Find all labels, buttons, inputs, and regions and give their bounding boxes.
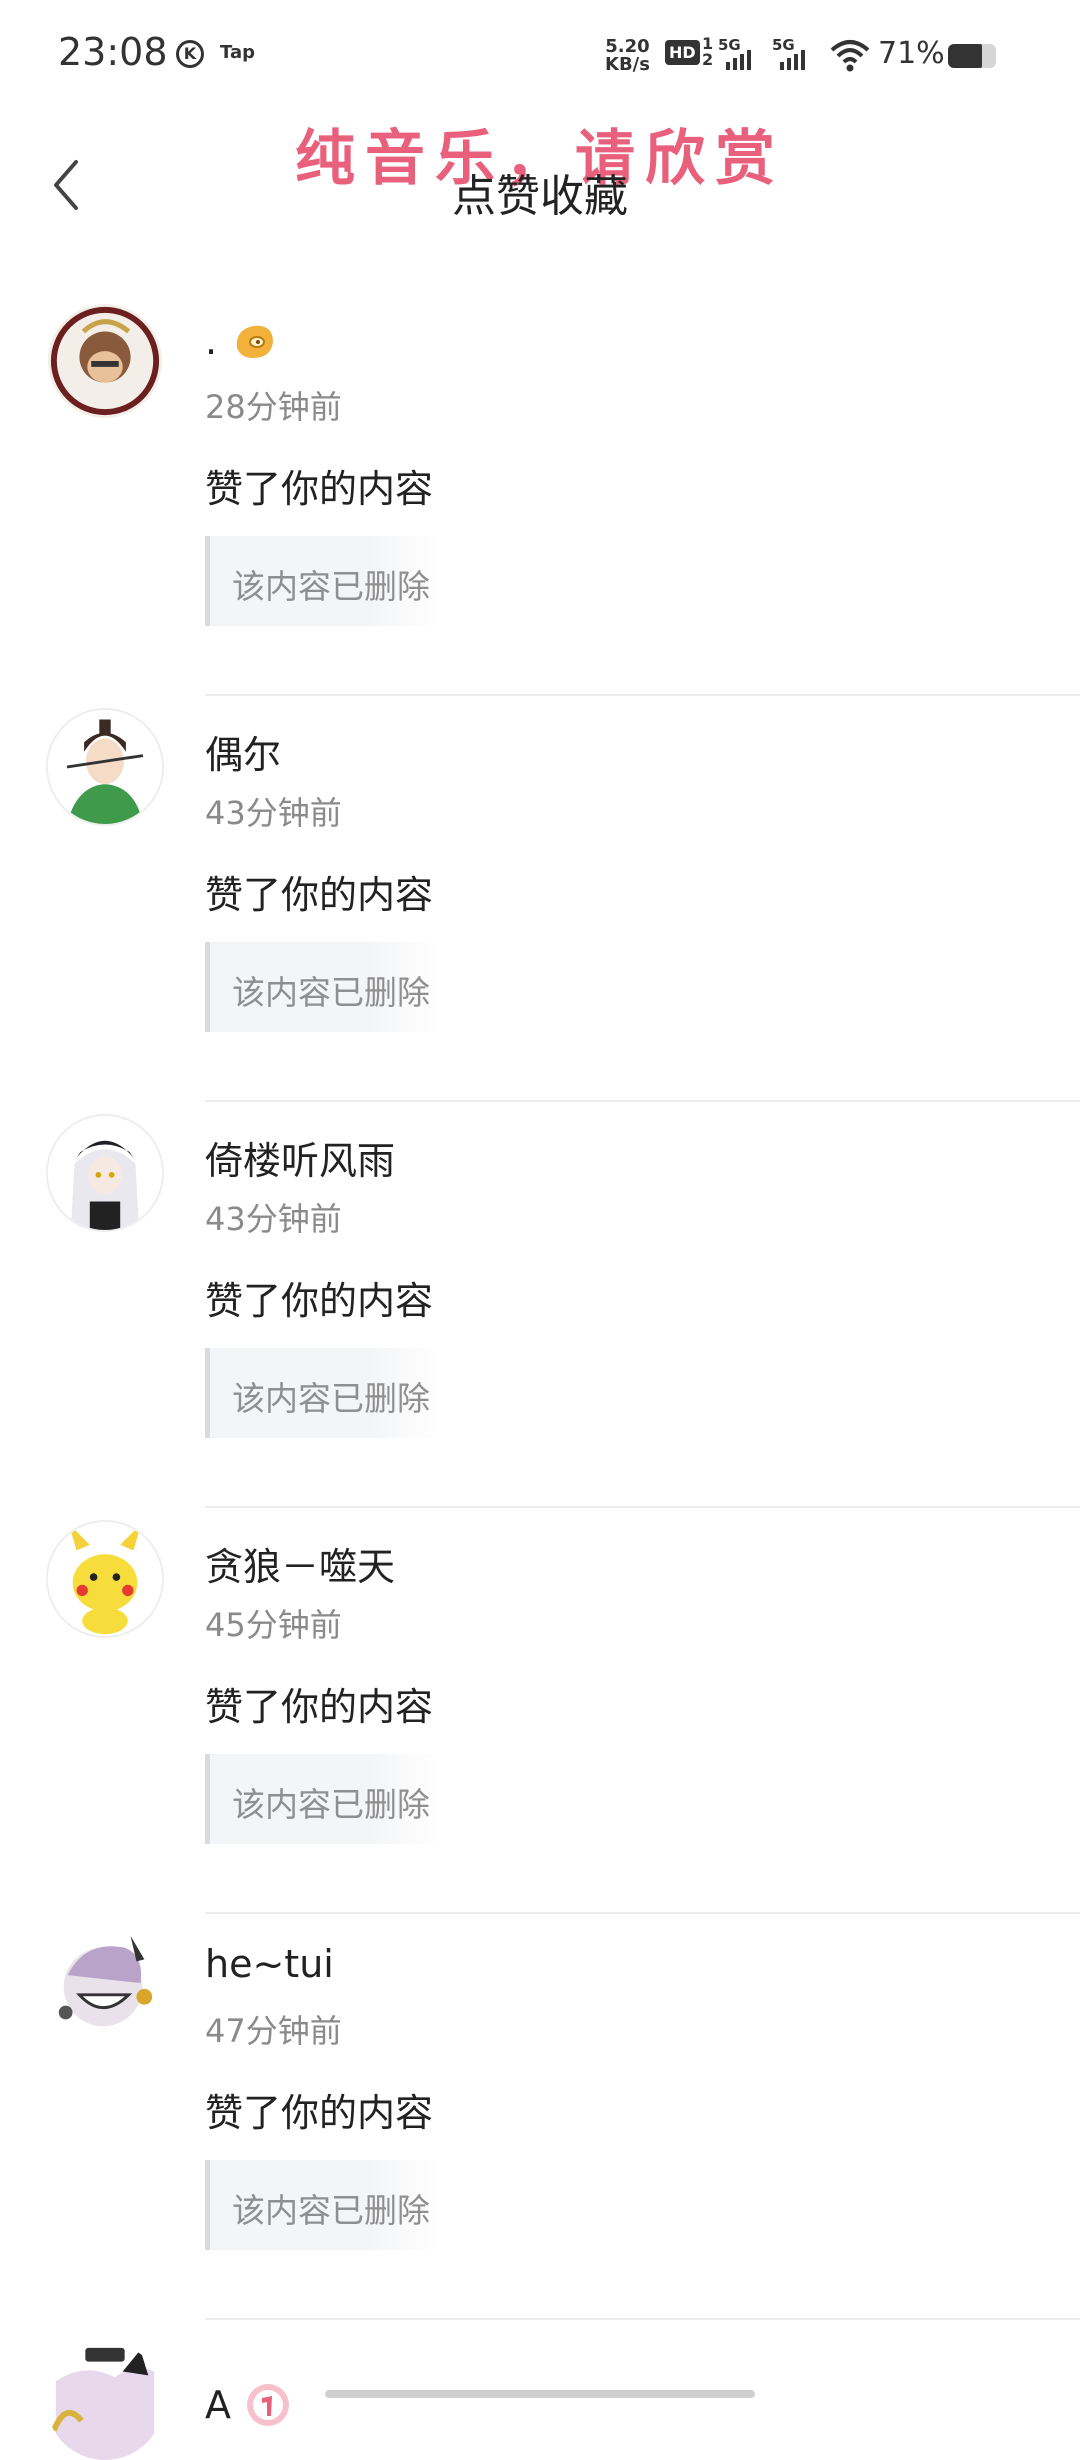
username[interactable]: 倚楼听风雨 [205, 1130, 395, 1185]
quoted-content[interactable]: 该内容已删除 [205, 1348, 440, 1438]
username[interactable]: he~tui [205, 1942, 334, 1986]
status-bar: 23:08 K Tap 5.20 KB/s HD 1 2 5G 5G 71% [0, 0, 1080, 110]
network-speed: 5.20 KB/s [605, 38, 650, 74]
username-text: A [205, 2383, 231, 2427]
username-text: . [205, 319, 218, 363]
header: 纯音乐，请欣赏 点赞收藏 [0, 110, 1080, 240]
notification-list: . 28分钟前 赞了你的内容 该内容已删除 偶尔 43分钟前 赞了你的内容 该内… [0, 290, 1080, 2460]
timestamp: 28分钟前 [205, 388, 342, 426]
timestamp: 43分钟前 [205, 794, 342, 832]
page-title: 点赞收藏 [452, 171, 628, 222]
list-item[interactable]: 倚楼听风雨 43分钟前 赞了你的内容 该内容已删除 [0, 1102, 1080, 1508]
avatar[interactable] [46, 1520, 164, 1638]
quoted-content-text: 该内容已删除 [232, 567, 430, 606]
action-text: 赞了你的内容 [205, 467, 434, 511]
username[interactable]: 偶尔 [205, 724, 281, 779]
timestamp: 43分钟前 [205, 1200, 342, 1238]
avatar[interactable] [46, 1926, 164, 2044]
battery-percent: 71% [878, 36, 945, 71]
avatar[interactable] [46, 2342, 164, 2460]
list-item[interactable]: he~tui 47分钟前 赞了你的内容 该内容已删除 [0, 1914, 1080, 2320]
action-text: 赞了你的内容 [205, 1279, 434, 1323]
pink-level-badge-icon [247, 2384, 289, 2426]
username[interactable]: . [205, 318, 277, 364]
quoted-content[interactable]: 该内容已删除 [205, 942, 440, 1032]
timestamp: 47分钟前 [205, 2012, 342, 2050]
quoted-content[interactable]: 该内容已删除 [205, 1754, 440, 1844]
battery-icon [948, 44, 996, 68]
quoted-content-text: 该内容已删除 [232, 973, 430, 1012]
k-app-icon: K [176, 40, 204, 68]
username[interactable]: A [205, 2382, 291, 2428]
orange-emoji-badge-icon [236, 325, 274, 358]
avatar[interactable] [46, 708, 164, 826]
username-text: 偶尔 [205, 733, 282, 777]
network-speed-unit: KB/s [605, 54, 650, 75]
list-item[interactable]: A [0, 2320, 1080, 2460]
username-text: he~tui [205, 1942, 334, 1986]
action-text: 赞了你的内容 [205, 873, 434, 917]
home-indicator[interactable] [325, 2390, 755, 2398]
list-item[interactable]: 贪狼－噬天 45分钟前 赞了你的内容 该内容已删除 [0, 1508, 1080, 1914]
avatar[interactable] [46, 302, 164, 420]
action-text: 赞了你的内容 [205, 1685, 434, 1729]
signal-sim1-icon: 5G [718, 36, 764, 72]
tap-app-icon: Tap [220, 42, 255, 63]
hd-icon: HD [665, 40, 700, 65]
list-item[interactable]: . 28分钟前 赞了你的内容 该内容已删除 [0, 290, 1080, 696]
hd-sim-indicator: 1 2 [702, 36, 713, 68]
hd-sub: 2 [702, 50, 714, 69]
quoted-content-text: 该内容已删除 [232, 1785, 430, 1824]
status-time: 23:08 [58, 30, 168, 74]
list-item[interactable]: 偶尔 43分钟前 赞了你的内容 该内容已删除 [0, 696, 1080, 1102]
signal-sim2-icon: 5G [772, 36, 818, 72]
username-text: 倚楼听风雨 [205, 1139, 396, 1183]
quoted-content[interactable]: 该内容已删除 [205, 2160, 440, 2250]
timestamp: 45分钟前 [205, 1606, 342, 1644]
avatar[interactable] [46, 1114, 164, 1232]
quoted-content[interactable]: 该内容已删除 [205, 536, 440, 626]
wifi-icon [830, 40, 870, 72]
quoted-content-text: 该内容已删除 [232, 2191, 430, 2230]
action-text: 赞了你的内容 [205, 2091, 434, 2135]
quoted-content-text: 该内容已删除 [232, 1379, 430, 1418]
username-text: 贪狼－噬天 [205, 1545, 396, 1589]
username[interactable]: 贪狼－噬天 [205, 1536, 395, 1591]
